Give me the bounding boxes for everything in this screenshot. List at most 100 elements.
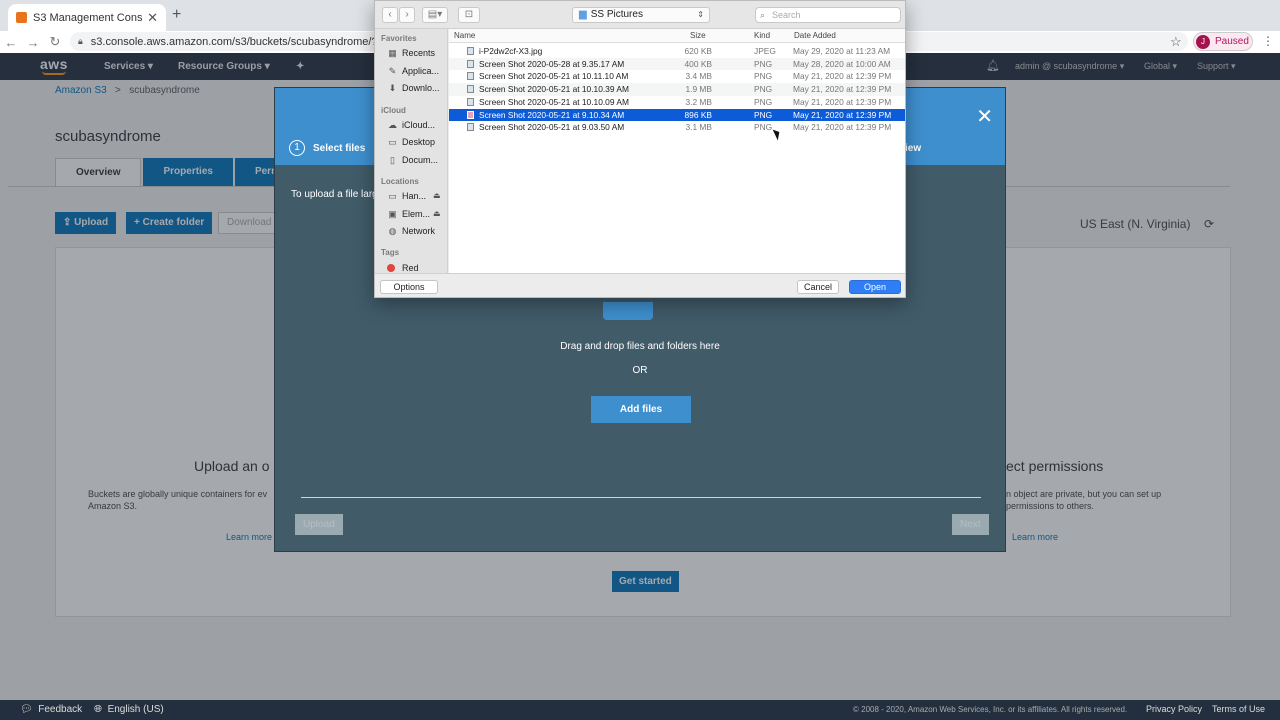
file-row[interactable]: Screen Shot 2020-05-21 at 10.11.10 AM 3.4… [449, 70, 905, 83]
file-name: Screen Shot 2020-05-21 at 10.10.09 AM [467, 97, 629, 107]
file-size: 620 KB [684, 46, 712, 56]
sidebar-item-downloads[interactable]: ⬇ Downlo... [387, 83, 440, 93]
modal-divider [301, 497, 981, 498]
file-kind: PNG [754, 71, 773, 82]
file-name: Screen Shot 2020-05-28 at 9.35.17 AM [467, 59, 624, 69]
folder-popup[interactable]: ▆ SS Pictures ⇕ [572, 7, 710, 23]
eject-icon[interactable]: ⏏ [433, 209, 441, 218]
step-review[interactable]: iew [905, 143, 921, 154]
copyright-text: © 2008 - 2020, Amazon Web Services, Inc.… [853, 705, 1128, 714]
file-date-added: May 21, 2020 at 12:39 PM [793, 96, 892, 107]
drive-icon: ▣ [388, 209, 397, 219]
sidebar-item-recents[interactable]: ▦ Recents [387, 48, 435, 58]
options-button[interactable]: Options [380, 280, 438, 294]
column-kind[interactable]: Kind [754, 31, 770, 40]
file-row[interactable]: i-P2dw2cf-X3.jpg 620 KB JPEG May 29, 2020 a… [449, 45, 905, 58]
cancel-button[interactable]: Cancel [797, 280, 839, 294]
aws-favicon-icon [16, 12, 27, 23]
file-date-added: May 28, 2020 at 10:00 AM [793, 58, 891, 69]
console-footer: 💬︎ Feedback 🌐︎ English (US) © 2008 - 202… [0, 700, 1280, 720]
image-file-icon [467, 123, 474, 132]
new-tab-button[interactable]: + [172, 6, 181, 24]
applications-icon: ✎ [388, 66, 397, 76]
dialog-toolbar: ‹ › ▤▾ ⊡ ▆ SS Pictures ⇕ ⌕ Search [375, 1, 905, 29]
file-list-header: Name Size Kind Date Added [449, 29, 905, 43]
eject-icon[interactable]: ⏏ [433, 191, 441, 200]
close-icon[interactable]: ✕ [976, 104, 993, 129]
sidebar-item-icloud-drive[interactable]: ☁ iCloud... [387, 120, 435, 130]
forward-chevron-icon[interactable]: › [399, 7, 415, 23]
file-row-selected[interactable]: Screen Shot 2020-05-21 at 9.10.34 AM 896 … [449, 108, 905, 122]
sidebar-item-network[interactable]: ◍ Network [387, 226, 435, 236]
open-button[interactable]: Open [849, 280, 901, 294]
new-folder-icon[interactable]: ⊡ [458, 7, 480, 23]
sidebar-item-tag-red[interactable]: Red [387, 263, 419, 273]
cloud-icon: ☁ [388, 120, 397, 130]
file-row[interactable]: Screen Shot 2020-05-21 at 10.10.39 AM 1.9… [449, 83, 905, 96]
file-kind: PNG [754, 122, 773, 133]
file-size: 400 KB [684, 58, 712, 69]
sidebar-item-documents[interactable]: ▯ Docum... [387, 155, 438, 165]
file-date-added: May 29, 2020 at 11:23 AM [793, 46, 891, 56]
profile-button[interactable]: J Paused [1193, 32, 1253, 51]
locations-heading: Locations [381, 177, 419, 186]
drop-text: Drag and drop files and folders here [560, 341, 720, 352]
upload-note: To upload a file large [291, 189, 384, 200]
image-file-icon [467, 59, 474, 68]
step-number: 1 [289, 140, 305, 156]
sidebar-item-applications[interactable]: ✎ Applica... [387, 66, 439, 76]
favorites-heading: Favorites [381, 34, 417, 43]
icloud-heading: iCloud [381, 106, 406, 115]
terms-link[interactable]: Terms of Use [1212, 704, 1265, 714]
file-date-added: May 21, 2020 at 12:39 PM [793, 122, 892, 133]
file-date-added: May 21, 2020 at 12:39 PM [793, 71, 892, 82]
sidebar-item-desktop[interactable]: ▭ Desktop [387, 137, 435, 147]
column-size[interactable]: Size [690, 31, 706, 40]
feedback-link[interactable]: 💬︎ Feedback [20, 704, 82, 715]
folder-icon: ▆ [579, 9, 587, 20]
lock-icon: 🔒︎ [78, 36, 83, 46]
document-icon: ▯ [390, 155, 395, 165]
reload-icon[interactable]: ↻ [44, 34, 66, 50]
file-size: 3.4 MB [685, 71, 712, 82]
modal-next-button[interactable]: Next [952, 514, 989, 535]
file-row[interactable]: Screen Shot 2020-05-28 at 9.35.17 AM 400 … [449, 57, 905, 71]
file-row[interactable]: Screen Shot 2020-05-21 at 10.10.09 AM 3.2… [449, 96, 905, 109]
image-file-icon [467, 85, 474, 94]
file-row[interactable]: Screen Shot 2020-05-21 at 9.03.50 AM 3.1 … [449, 121, 905, 134]
modal-upload-button[interactable]: Upload [295, 514, 343, 535]
browser-tab[interactable]: S3 Management Console ✕ [8, 4, 166, 31]
file-list: Name Size Kind Date Added i-P2dw2cf-X3.j… [449, 29, 905, 273]
file-name: i-P2dw2cf-X3.jpg [467, 46, 542, 56]
file-open-dialog: ‹ › ▤▾ ⊡ ▆ SS Pictures ⇕ ⌕ Search Favorit… [374, 0, 906, 298]
close-tab-icon[interactable]: ✕ [147, 10, 158, 26]
red-tag-icon [387, 264, 395, 272]
sidebar-item-hard-drive[interactable]: ▭ Han... [387, 191, 426, 201]
column-date-added[interactable]: Date Added [794, 31, 836, 40]
forward-arrow-icon[interactable]: → [22, 35, 44, 50]
back-chevron-icon[interactable]: ‹ [382, 7, 398, 23]
search-input[interactable]: ⌕ Search [755, 7, 901, 23]
avatar: J [1196, 34, 1210, 49]
dialog-sidebar: Favorites ▦ Recents ✎ Applica... ⬇ Downlo..… [375, 29, 448, 273]
search-placeholder: Search [772, 10, 801, 20]
column-name[interactable]: Name [454, 31, 475, 40]
back-arrow-icon[interactable]: ← [0, 35, 22, 50]
file-date-added: May 21, 2020 at 12:39 PM [793, 84, 892, 95]
file-size: 3.2 MB [685, 96, 712, 107]
language-selector[interactable]: 🌐︎ English (US) [94, 704, 164, 715]
url-text: s3.console.aws.amazon.com/s3/buckets/scu… [90, 35, 403, 48]
image-file-icon [467, 97, 474, 106]
image-file-icon [467, 72, 474, 81]
step-select-files[interactable]: Select files [313, 143, 365, 154]
view-mode-icon[interactable]: ▤▾ [422, 7, 448, 23]
bookmark-star-icon[interactable]: ☆ [1170, 34, 1182, 50]
file-name: Screen Shot 2020-05-21 at 9.10.34 AM [467, 110, 624, 120]
image-file-icon [467, 47, 474, 55]
sidebar-item-elements[interactable]: ▣ Elem... [387, 209, 430, 219]
add-files-button[interactable]: Add files [591, 396, 691, 423]
drive-icon: ▭ [388, 191, 397, 201]
privacy-link[interactable]: Privacy Policy [1146, 704, 1202, 714]
profile-status: Paused [1215, 36, 1249, 47]
browser-menu-icon[interactable]: ⋮ [1262, 34, 1274, 48]
